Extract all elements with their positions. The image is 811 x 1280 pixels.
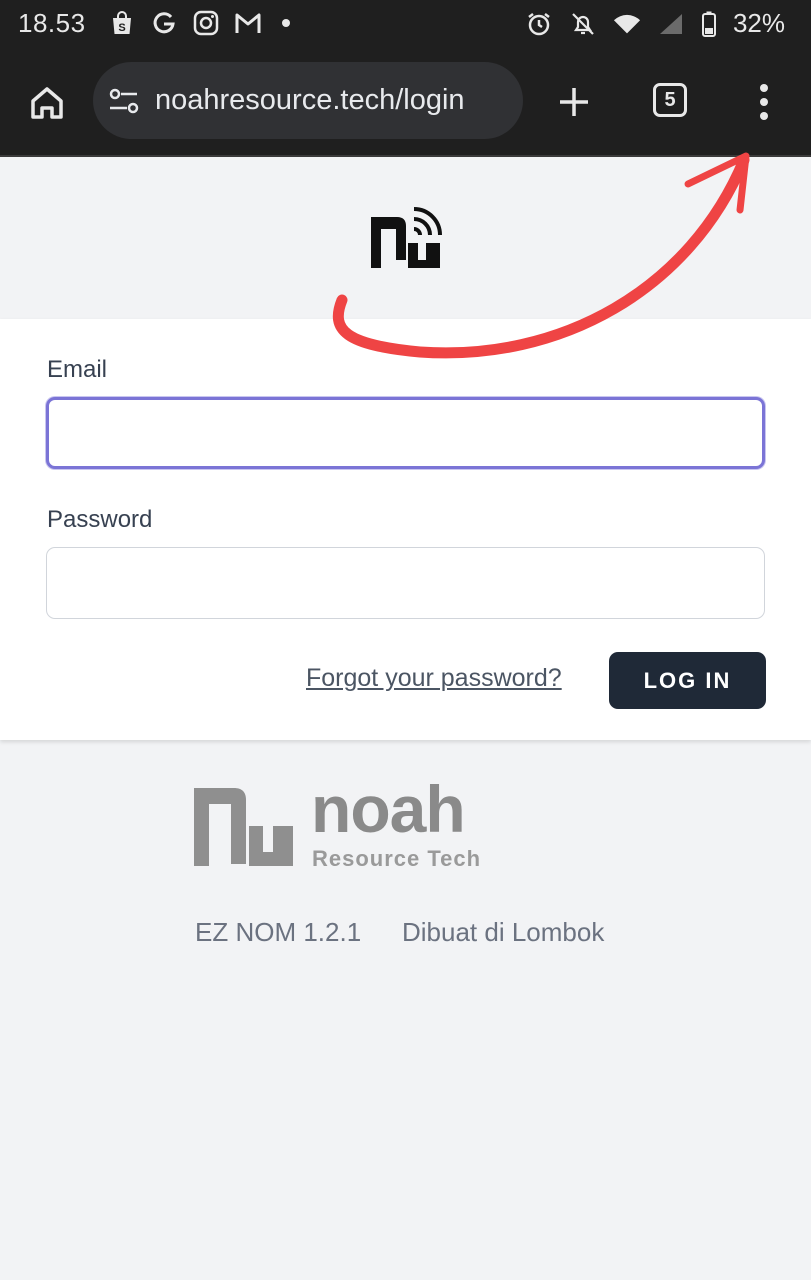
new-tab-button[interactable] [552,80,596,124]
instagram-icon [192,9,220,37]
more-menu-button[interactable] [744,78,784,126]
signal-icon [657,10,685,38]
battery-icon [701,10,717,38]
brand-tagline: Resource Tech [312,846,482,871]
login-button[interactable]: LOG IN [609,652,766,709]
address-bar[interactable]: noahresource.tech/login [93,62,523,139]
shopping-bag-icon: S [108,9,136,37]
site-logo-icon [370,205,442,271]
toolbar-divider [0,155,811,157]
made-in-text: Dibuat di Lombok [402,917,605,947]
notifications-off-icon [569,10,597,38]
dot-icon [760,98,768,106]
alarm-icon [525,10,553,38]
status-time: 18.53 [18,8,86,38]
dot-icon [760,112,768,120]
version-text: EZ NOM 1.2.1 [195,917,362,947]
battery-percent: 32% [732,8,785,38]
email-field[interactable] [46,397,765,469]
home-button[interactable] [22,78,72,128]
password-field[interactable] [46,547,765,619]
browser-toolbar: noahresource.tech/login 5 [0,50,811,155]
password-label: Password [47,506,153,533]
dot-icon [760,84,768,92]
home-icon [31,87,63,119]
g-icon [150,9,178,37]
wifi-icon [613,10,641,38]
status-bar: 18.53 S 32% [0,0,811,50]
brand-name: noah [311,772,466,846]
tab-switcher-button[interactable]: 5 [653,83,687,117]
notification-dot-icon [282,19,290,27]
plus-icon [560,88,588,116]
svg-text:S: S [118,22,125,34]
url-text[interactable]: noahresource.tech/login [155,84,465,117]
email-label: Email [47,356,108,383]
forgot-password-link[interactable]: Forgot your password? [306,664,562,693]
gmail-icon [234,9,262,37]
site-settings-icon[interactable] [107,86,141,116]
